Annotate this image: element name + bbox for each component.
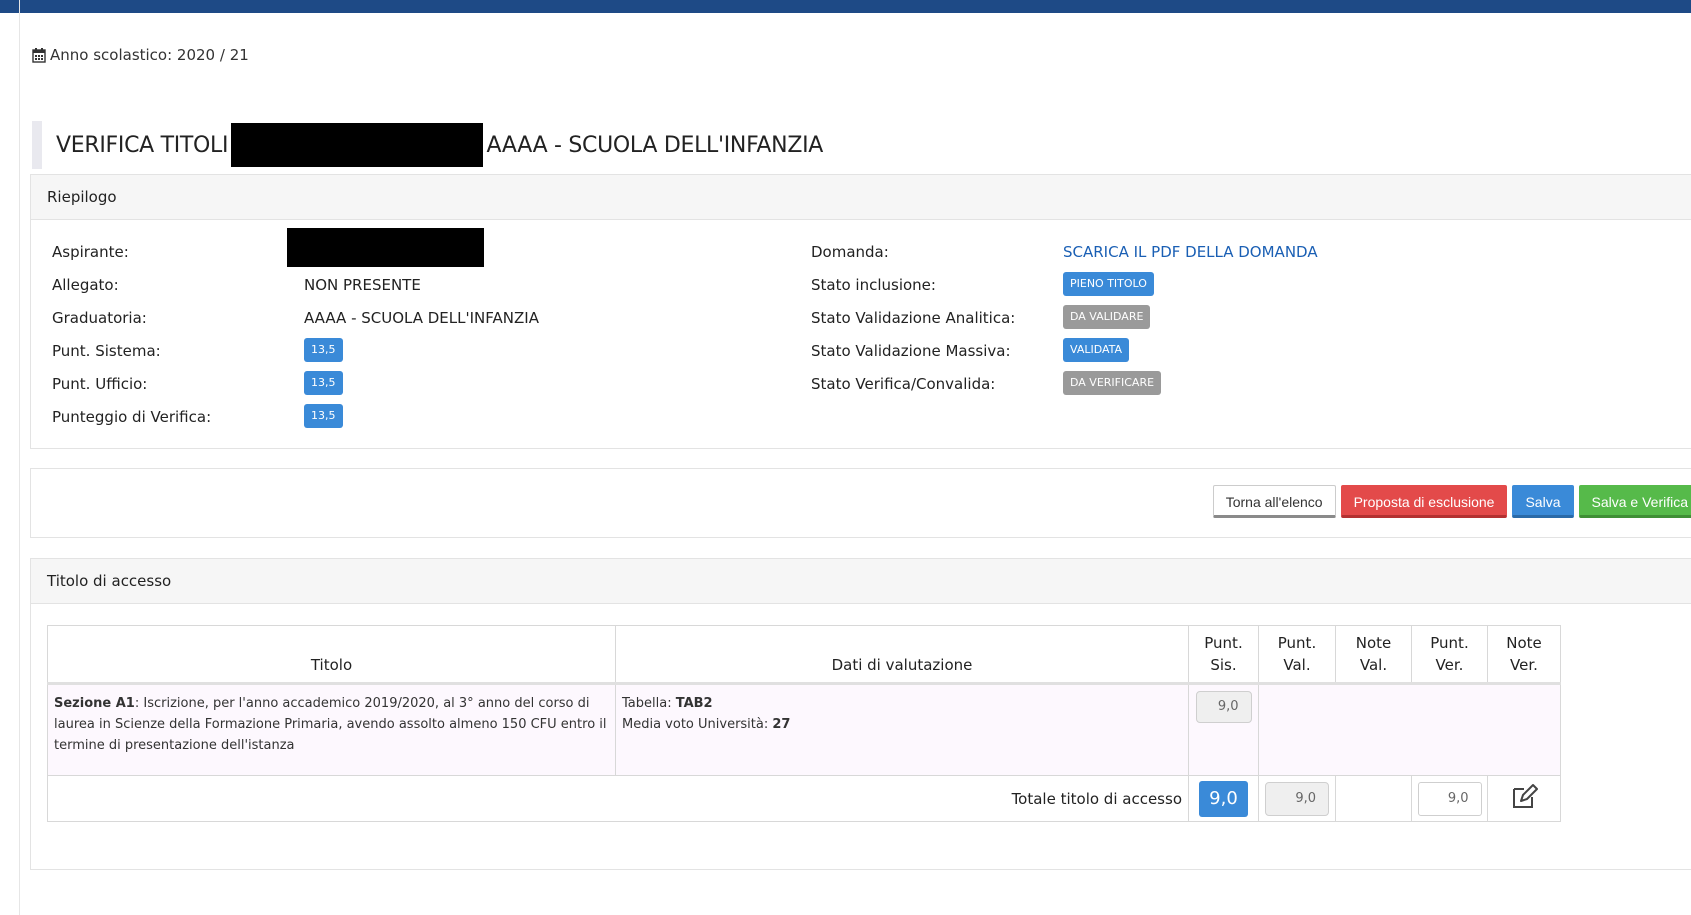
total-row: Totale titolo di accesso 9,0 9,0 9,0 (47, 775, 1561, 822)
column-header-punt-sis: Punt. Sis. (1188, 625, 1259, 685)
save-and-verify-button[interactable]: Salva e Verifica (1578, 485, 1691, 518)
access-title-panel: Titolo di accesso Titolo Dati di valutaz… (30, 558, 1691, 870)
section-label: Sezione A1 (54, 696, 135, 711)
column-header-dati: Dati di valutazione (615, 625, 1189, 685)
summary-label: Punt. Sistema: (52, 342, 161, 360)
save-button[interactable]: Salva (1512, 485, 1574, 518)
total-sis-cell: 9,0 (1188, 775, 1259, 822)
table-row: Sezione A1: Iscrizione, per l'anno accad… (47, 683, 1561, 776)
back-to-list-button[interactable]: Torna all'elenco (1212, 485, 1336, 518)
summary-panel: Riepilogo Aspirante: Domanda: SCARICA IL… (30, 174, 1691, 449)
total-val-field: 9,0 (1265, 781, 1329, 816)
summary-label: Domanda: (811, 243, 889, 261)
action-buttons: Torna all'elenco Proposta di esclusione … (1212, 485, 1691, 518)
summary-value: NON PRESENTE (304, 276, 421, 294)
titolo-cell: Sezione A1: Iscrizione, per l'anno accad… (47, 683, 616, 776)
column-header-punt-val: Punt. Val. (1258, 625, 1336, 685)
total-ver-cell: 9,0 (1411, 775, 1488, 822)
title-suffix: AAAA - SCUOLA DELL'INFANZIA (486, 132, 824, 158)
page-content: Anno scolastico: 2020 / 21 VERIFICA TITO… (20, 8, 1691, 915)
punt-sis-field: 9,0 (1195, 691, 1252, 723)
tabella-value: TAB2 (675, 696, 713, 711)
summary-heading: Riepilogo (31, 175, 1691, 220)
summary-label: Punt. Ufficio: (52, 375, 148, 393)
title-prefix: VERIFICA TITOLI - (56, 132, 243, 158)
summary-label: Stato Validazione Massiva: (811, 342, 1011, 360)
summary-value: AAAA - SCUOLA DELL'INFANZIA (304, 309, 539, 327)
punt-sis-cell: 9,0 (1188, 683, 1259, 776)
score-badge: 13,5 (304, 404, 343, 428)
total-note-val-cell (1335, 775, 1412, 822)
table-header-row: Titolo Dati di valutazione Punt. Sis. Pun… (47, 625, 1561, 685)
summary-label: Graduatoria: (52, 309, 147, 327)
media-value: 27 (772, 717, 791, 732)
valutazione-cell: Tabella: TAB2 Media voto Università: 27 (615, 683, 1189, 776)
media-label: Media voto Università: (622, 717, 773, 732)
status-badge: PIENO TITOLO (1063, 272, 1154, 296)
summary-label: Stato Verifica/Convalida: (811, 375, 996, 393)
summary-label: Punteggio di Verifica: (52, 408, 212, 426)
score-badge: 13,5 (304, 338, 343, 362)
summary-label: Aspirante: (52, 243, 129, 261)
calendar-icon (32, 47, 46, 63)
download-pdf-link[interactable]: SCARICA IL PDF DELLA DOMANDA (1063, 243, 1318, 261)
status-badge: DA VERIFICARE (1063, 371, 1162, 395)
column-header-note-val: Note Val. (1335, 625, 1412, 685)
page-title: VERIFICA TITOLI - AAAA - SCUOLA DELL'INF… (56, 123, 823, 167)
school-year: Anno scolastico: 2020 / 21 (32, 46, 249, 64)
access-title-table: Titolo Dati di valutazione Punt. Sis. Pun… (47, 625, 1561, 822)
status-badge: DA VALIDARE (1063, 305, 1151, 329)
total-sis-badge: 9,0 (1199, 780, 1248, 817)
column-header-punt-ver: Punt. Ver. (1411, 625, 1488, 685)
summary-label: Allegato: (52, 276, 119, 294)
total-note-ver-cell (1487, 775, 1561, 822)
total-ver-field[interactable]: 9,0 (1417, 781, 1482, 816)
school-year-label: Anno scolastico: 2020 / 21 (50, 46, 249, 64)
score-badge: 13,5 (304, 371, 343, 395)
actions-panel: Torna all'elenco Proposta di esclusione … (30, 468, 1691, 538)
propose-exclusion-button[interactable]: Proposta di esclusione (1340, 485, 1508, 518)
access-title-heading: Titolo di accesso (31, 559, 1691, 604)
total-label: Totale titolo di accesso (47, 775, 1189, 822)
summary-label: Stato inclusione: (811, 276, 936, 294)
column-header-note-ver: Note Ver. (1487, 625, 1561, 685)
redacted-aspirante (287, 228, 484, 267)
summary-label: Stato Validazione Analitica: (811, 309, 1016, 327)
tabella-label: Tabella: (622, 696, 676, 711)
status-badge: VALIDATA (1063, 338, 1130, 362)
page-title-wrap: VERIFICA TITOLI - AAAA - SCUOLA DELL'INF… (32, 120, 823, 170)
column-header-titolo: Titolo (47, 625, 616, 685)
empty-cells (1258, 683, 1561, 776)
title-accent (32, 121, 42, 169)
edit-note-icon[interactable] (1510, 783, 1538, 815)
section-text: : Iscrizione, per l'anno accademico 2019… (54, 696, 607, 753)
redacted-name (230, 123, 483, 167)
total-val-cell: 9,0 (1258, 775, 1336, 822)
